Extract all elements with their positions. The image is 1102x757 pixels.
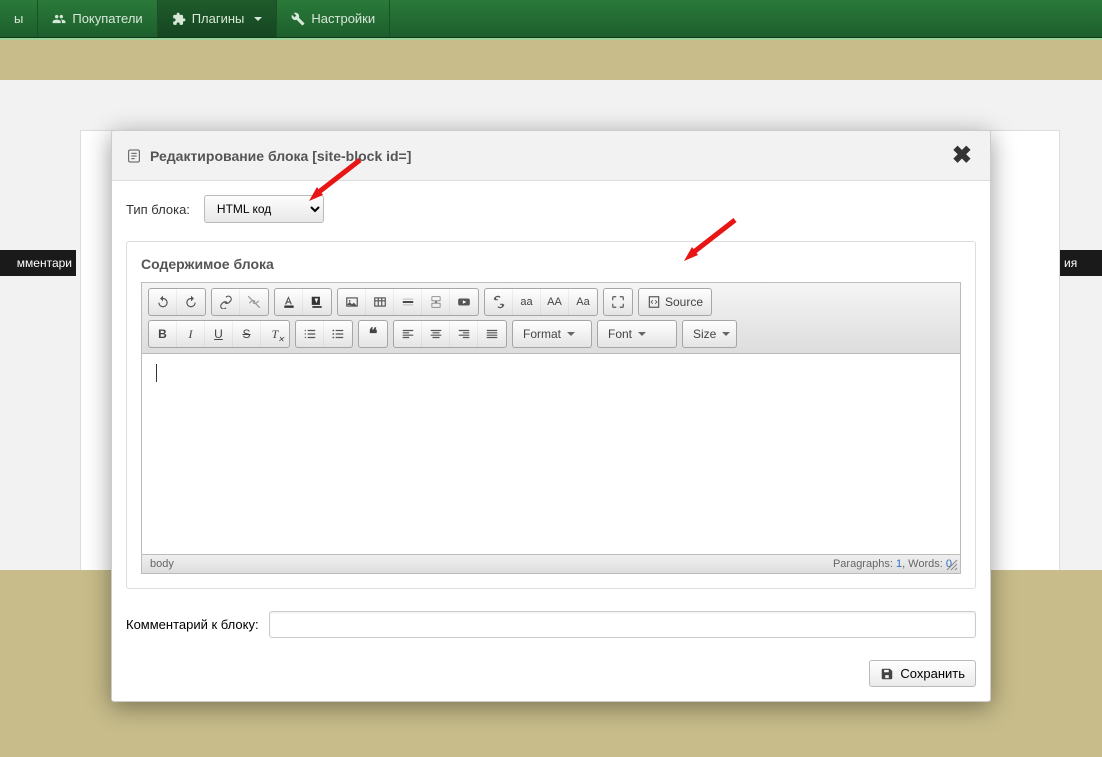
bullet-list-button[interactable]: [324, 321, 352, 347]
align-left-button[interactable]: [394, 321, 422, 347]
lowercase-button[interactable]: aa: [513, 289, 541, 315]
comment-input[interactable]: [269, 611, 976, 638]
list-icon: [126, 148, 142, 164]
modal-title: Редактирование блока [site-block id=]: [126, 148, 411, 164]
bgcolor-button[interactable]: [303, 289, 331, 315]
editor-panel-title: Содержимое блока: [141, 256, 961, 272]
editor-panel: Содержимое блока: [126, 241, 976, 589]
underline-button[interactable]: U: [205, 321, 233, 347]
textcolor-icon: [282, 295, 296, 309]
undo-icon: [156, 295, 170, 309]
numbered-list-button[interactable]: [296, 321, 324, 347]
modal-backdrop: Редактирование блока [site-block id=] ✖ …: [0, 0, 1102, 757]
pagebreak-button[interactable]: [422, 289, 450, 315]
redo-icon: [184, 295, 198, 309]
comment-row: Комментарий к блоку:: [126, 611, 976, 638]
editor-statusbar: body Paragraphs: 1, Words: 0: [142, 554, 960, 573]
chevron-down-icon: [567, 332, 575, 340]
editor-content[interactable]: [142, 354, 960, 554]
align-justify-icon: [485, 327, 499, 341]
titlecase-label: Aa: [576, 296, 589, 308]
source-button[interactable]: Source: [639, 289, 711, 315]
chevron-down-icon: [638, 332, 646, 340]
size-combo[interactable]: Size: [682, 320, 737, 348]
editor-toolbar: aa AA Aa Source: [142, 283, 960, 354]
removeformat-button[interactable]: T✕: [261, 321, 289, 347]
align-center-button[interactable]: [422, 321, 450, 347]
modal-footer: Сохранить: [112, 652, 990, 701]
block-type-select[interactable]: HTML код: [204, 195, 324, 223]
editor-stats: Paragraphs: 1, Words: 0: [833, 558, 952, 570]
comment-label: Комментарий к блоку:: [126, 617, 259, 632]
format-label: Format: [523, 327, 561, 341]
resize-handle-icon[interactable]: [946, 559, 958, 571]
uppercase-button[interactable]: AA: [541, 289, 569, 315]
align-right-button[interactable]: [450, 321, 478, 347]
align-justify-button[interactable]: [478, 321, 506, 347]
source-icon: [647, 295, 661, 309]
bgcolor-icon: [310, 295, 324, 309]
save-button[interactable]: Сохранить: [869, 660, 976, 687]
text-cursor: [156, 364, 157, 382]
maximize-icon: [611, 295, 625, 309]
modal-title-text: Редактирование блока [site-block id=]: [150, 148, 411, 164]
lowercase-label: aa: [520, 296, 532, 308]
block-type-label: Тип блока:: [126, 202, 190, 217]
bold-button[interactable]: B: [149, 321, 177, 347]
size-label: Size: [693, 327, 716, 341]
image-button[interactable]: [338, 289, 366, 315]
uppercase-label: AA: [547, 296, 562, 308]
undo-button[interactable]: [149, 289, 177, 315]
italic-button[interactable]: I: [177, 321, 205, 347]
strike-button[interactable]: S: [233, 321, 261, 347]
replace-icon: [492, 295, 506, 309]
redo-button[interactable]: [177, 289, 205, 315]
source-label: Source: [665, 295, 703, 309]
close-button[interactable]: ✖: [948, 141, 976, 170]
textcolor-button[interactable]: [275, 289, 303, 315]
format-combo[interactable]: Format: [512, 320, 592, 348]
modal-body: Тип блока: HTML код Содержимое блока: [112, 181, 990, 652]
hr-icon: [401, 295, 415, 309]
maximize-button[interactable]: [604, 289, 632, 315]
font-combo[interactable]: Font: [597, 320, 677, 348]
titlecase-button[interactable]: Aa: [569, 289, 597, 315]
edit-block-modal: Редактирование блока [site-block id=] ✖ …: [111, 130, 991, 702]
link-button[interactable]: [212, 289, 240, 315]
align-center-icon: [429, 327, 443, 341]
editor-path[interactable]: body: [150, 558, 174, 570]
toolbar-row-2: B I U S T✕ ❝: [148, 320, 954, 348]
ul-icon: [331, 327, 345, 341]
unlink-icon: [247, 295, 261, 309]
save-icon: [880, 667, 894, 681]
blockquote-button[interactable]: ❝: [359, 321, 387, 347]
block-type-row: Тип блока: HTML код: [126, 195, 976, 223]
link-icon: [219, 295, 233, 309]
unlink-button[interactable]: [240, 289, 268, 315]
hr-button[interactable]: [394, 289, 422, 315]
font-label: Font: [608, 327, 632, 341]
table-button[interactable]: [366, 289, 394, 315]
align-right-icon: [457, 327, 471, 341]
modal-header: Редактирование блока [site-block id=] ✖: [112, 131, 990, 181]
replace-button[interactable]: [485, 289, 513, 315]
image-icon: [345, 295, 359, 309]
toolbar-row-1: aa AA Aa Source: [148, 288, 954, 316]
save-label: Сохранить: [900, 666, 965, 681]
youtube-button[interactable]: [450, 289, 478, 315]
youtube-icon: [457, 295, 471, 309]
ckeditor: aa AA Aa Source: [141, 282, 961, 574]
align-left-icon: [401, 327, 415, 341]
ol-icon: [303, 327, 317, 341]
table-icon: [373, 295, 387, 309]
chevron-down-icon: [722, 332, 730, 340]
pagebreak-icon: [429, 295, 443, 309]
